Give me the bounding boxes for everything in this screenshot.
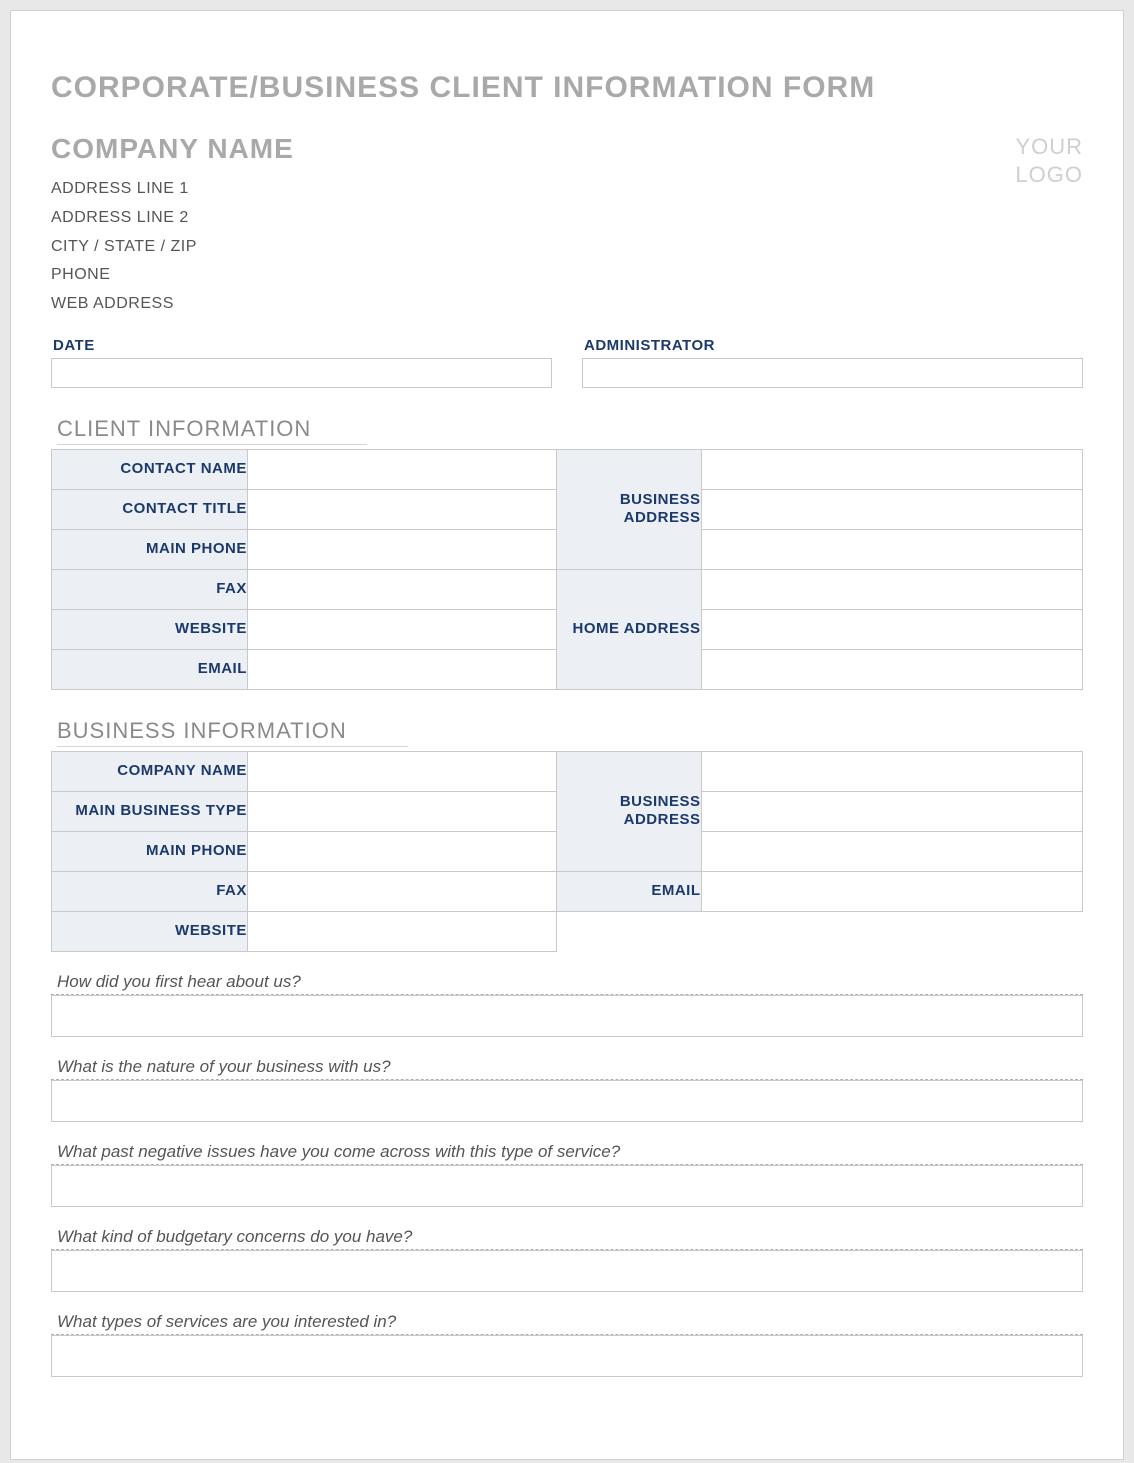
biz-email-label: EMAIL (557, 871, 701, 911)
client-fax-input[interactable] (247, 569, 556, 609)
home-address-input-2[interactable] (701, 609, 1083, 649)
company-address-lines: ADDRESS LINE 1 ADDRESS LINE 2 CITY / STA… (51, 175, 294, 319)
company-block: COMPANY NAME ADDRESS LINE 1 ADDRESS LINE… (51, 133, 294, 319)
client-info-table: CONTACT NAME BUSINESS ADDRESS CONTACT TI… (51, 449, 1083, 690)
home-address-input-3[interactable] (701, 649, 1083, 689)
client-email-input[interactable] (247, 649, 556, 689)
main-business-type-input[interactable] (247, 791, 556, 831)
date-admin-row: DATE ADMINISTRATOR (51, 337, 1083, 388)
biz-fax-input[interactable] (247, 871, 556, 911)
biz-email-input[interactable] (701, 871, 1083, 911)
business-info-table: COMPANY NAME BUSINESS ADDRESS MAIN BUSIN… (51, 751, 1083, 952)
client-main-phone-input[interactable] (247, 529, 556, 569)
biz-main-phone-label: MAIN PHONE (52, 831, 248, 871)
business-address-input-3[interactable] (701, 529, 1083, 569)
question-1-label: How did you first hear about us? (51, 970, 1083, 995)
question-2-block: What is the nature of your business with… (51, 1055, 1083, 1122)
web-address-line: WEB ADDRESS (51, 290, 294, 319)
client-email-label: EMAIL (52, 649, 248, 689)
home-address-input-1[interactable] (701, 569, 1083, 609)
client-main-phone-label: MAIN PHONE (52, 529, 248, 569)
company-header-row: COMPANY NAME ADDRESS LINE 1 ADDRESS LINE… (51, 133, 1083, 319)
client-website-label: WEBSITE (52, 609, 248, 649)
client-info-section-title: CLIENT INFORMATION (57, 416, 367, 445)
business-info-section-title: BUSINESS INFORMATION (57, 718, 408, 747)
biz-main-phone-input[interactable] (247, 831, 556, 871)
biz-website-input[interactable] (247, 911, 556, 951)
address-line-2: ADDRESS LINE 2 (51, 204, 294, 233)
biz-company-name-input[interactable] (247, 751, 556, 791)
contact-title-input[interactable] (247, 489, 556, 529)
admin-column: ADMINISTRATOR (582, 337, 1083, 388)
company-name: COMPANY NAME (51, 133, 294, 165)
date-label: DATE (51, 337, 552, 358)
main-business-type-label: MAIN BUSINESS TYPE (52, 791, 248, 831)
business-address-input-1[interactable] (701, 449, 1083, 489)
question-4-block: What kind of budgetary concerns do you h… (51, 1225, 1083, 1292)
question-4-label: What kind of budgetary concerns do you h… (51, 1225, 1083, 1250)
administrator-input[interactable] (582, 358, 1083, 388)
date-column: DATE (51, 337, 552, 388)
logo-text-line1: YOUR (1015, 133, 1083, 161)
date-input[interactable] (51, 358, 552, 388)
question-5-input[interactable] (51, 1335, 1083, 1377)
logo-text-line2: LOGO (1015, 161, 1083, 189)
address-line-1: ADDRESS LINE 1 (51, 175, 294, 204)
biz-business-address-input-2[interactable] (701, 791, 1083, 831)
biz-website-label: WEBSITE (52, 911, 248, 951)
client-website-input[interactable] (247, 609, 556, 649)
question-5-block: What types of services are you intereste… (51, 1310, 1083, 1377)
biz-company-name-label: COMPANY NAME (52, 751, 248, 791)
city-state-zip: CITY / STATE / ZIP (51, 233, 294, 262)
contact-name-label: CONTACT NAME (52, 449, 248, 489)
question-3-input[interactable] (51, 1165, 1083, 1207)
client-fax-label: FAX (52, 569, 248, 609)
document-page: CORPORATE/BUSINESS CLIENT INFORMATION FO… (10, 10, 1124, 1460)
question-3-label: What past negative issues have you come … (51, 1140, 1083, 1165)
business-address-input-2[interactable] (701, 489, 1083, 529)
contact-name-input[interactable] (247, 449, 556, 489)
biz-business-address-input-3[interactable] (701, 831, 1083, 871)
question-2-input[interactable] (51, 1080, 1083, 1122)
biz-business-address-input-1[interactable] (701, 751, 1083, 791)
question-1-block: How did you first hear about us? (51, 970, 1083, 1037)
question-3-block: What past negative issues have you come … (51, 1140, 1083, 1207)
form-title: CORPORATE/BUSINESS CLIENT INFORMATION FO… (51, 71, 1083, 105)
question-1-input[interactable] (51, 995, 1083, 1037)
administrator-label: ADMINISTRATOR (582, 337, 1083, 358)
home-address-label: HOME ADDRESS (557, 569, 701, 689)
question-4-input[interactable] (51, 1250, 1083, 1292)
contact-title-label: CONTACT TITLE (52, 489, 248, 529)
phone-line: PHONE (51, 261, 294, 290)
question-2-label: What is the nature of your business with… (51, 1055, 1083, 1080)
logo-placeholder: YOUR LOGO (1015, 133, 1083, 188)
business-address-label: BUSINESS ADDRESS (557, 449, 701, 569)
biz-business-address-label: BUSINESS ADDRESS (557, 751, 701, 871)
question-5-label: What types of services are you intereste… (51, 1310, 1083, 1335)
biz-fax-label: FAX (52, 871, 248, 911)
